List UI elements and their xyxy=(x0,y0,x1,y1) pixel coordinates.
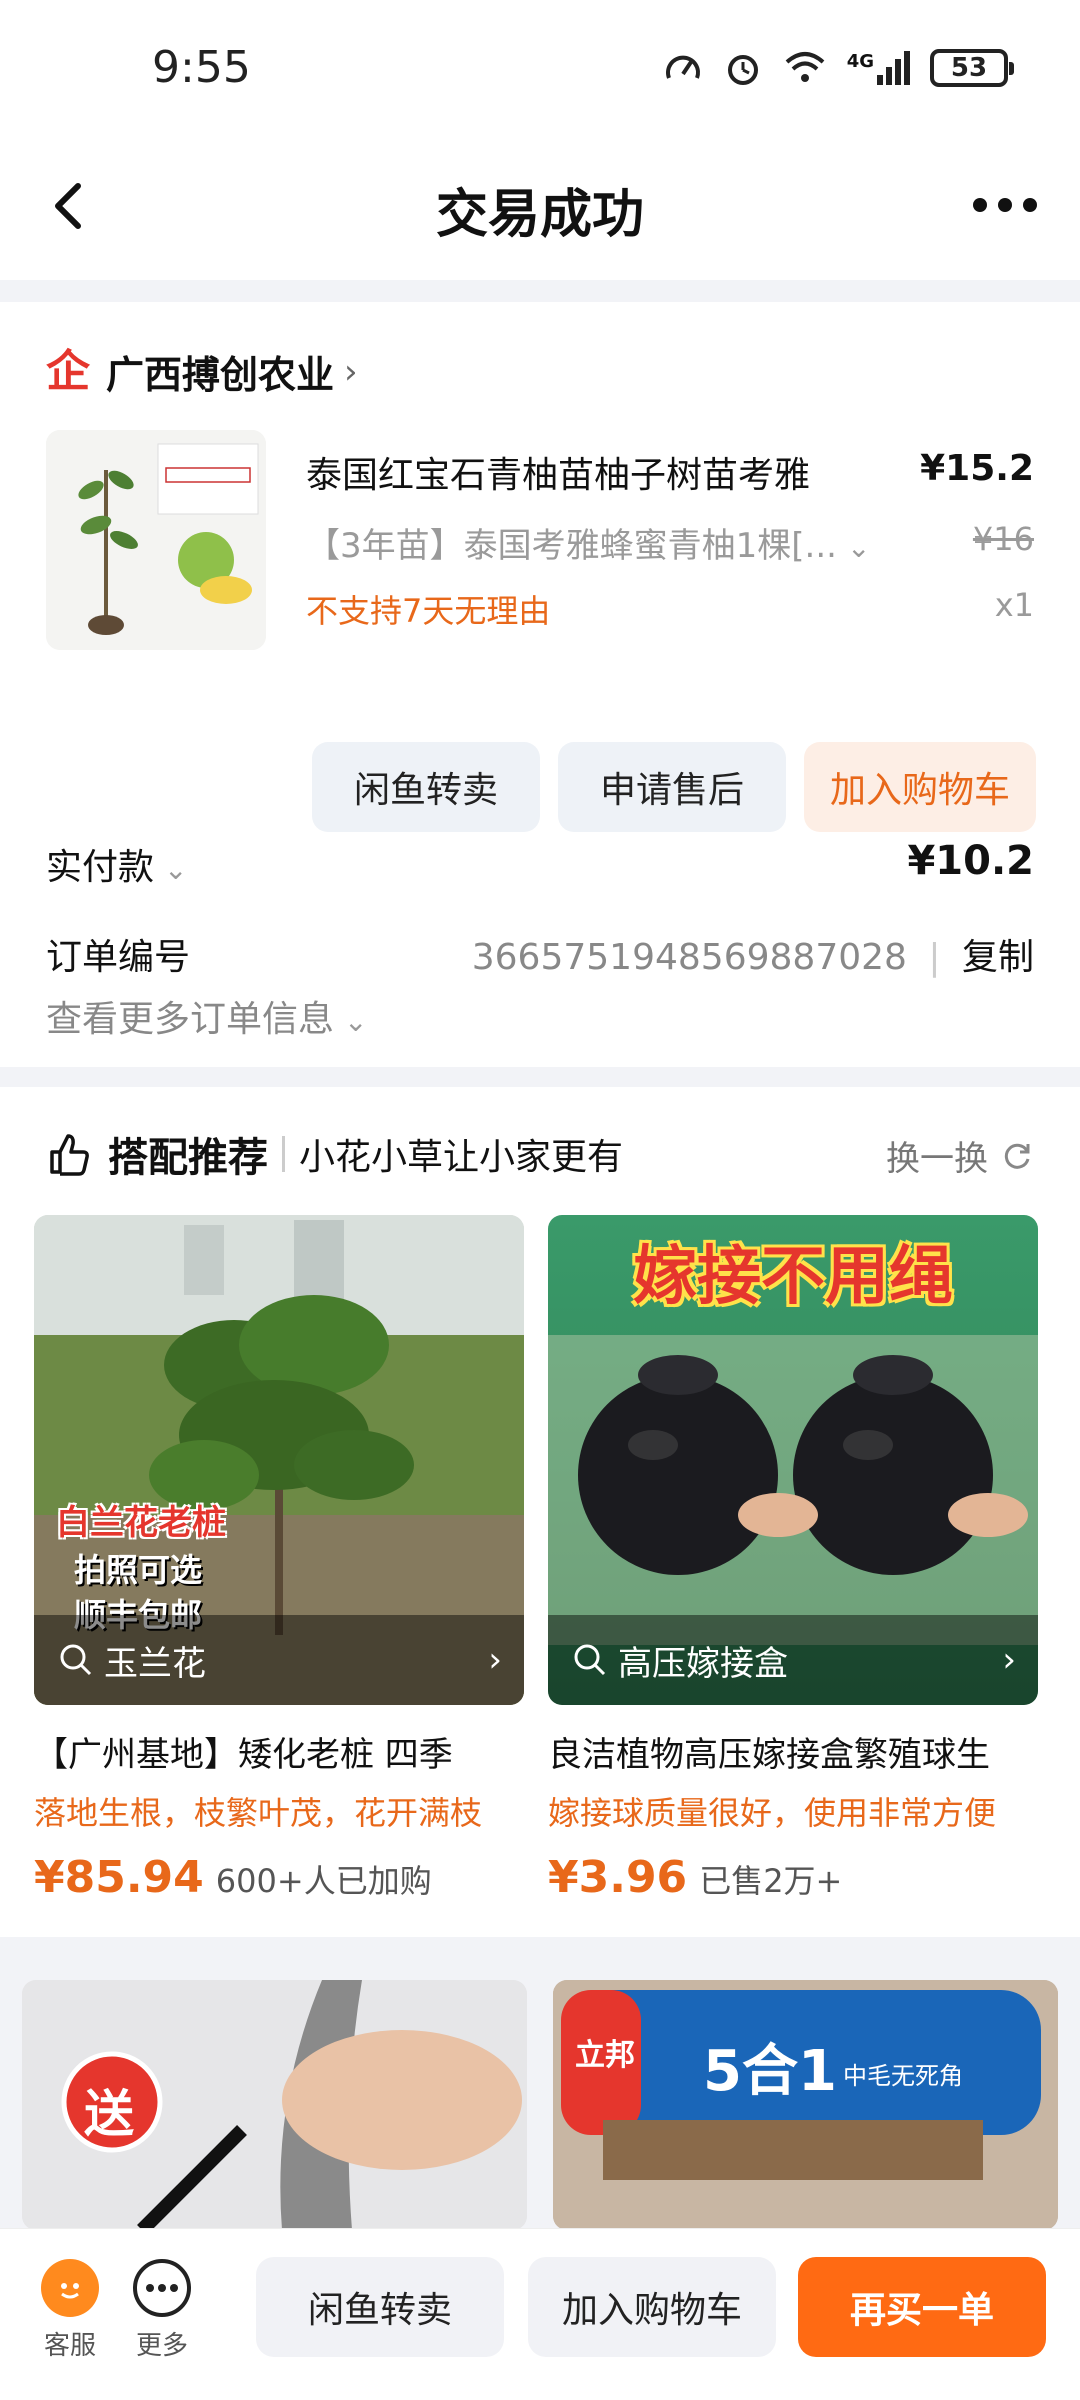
nav-bar: 交易成功 xyxy=(0,140,1080,280)
order-card: 企 广西搏创农业 › 泰国红宝石青柚苗柚子树苗考雅 ¥15.2 【3年苗】泰国考… xyxy=(0,302,1080,1067)
product-sku[interactable]: 【3年苗】泰国考雅蜂蜜青柚1棵[... ⌄ xyxy=(306,518,906,567)
recommend-item-title: 良洁植物高压嫁接盒繁殖球生 xyxy=(548,1735,990,1775)
bottom-add-cart-button[interactable]: 加入购物车 xyxy=(528,2257,776,2357)
search-keyword: 高压嫁接盒 xyxy=(618,1643,788,1684)
shop-link[interactable]: 企 广西搏创农业 › xyxy=(46,344,358,399)
divider: | xyxy=(928,937,941,978)
feed-headline: 5合1 xyxy=(703,2039,837,2104)
payment-label: 实付款 xyxy=(46,847,155,888)
feed-item[interactable]: 送 xyxy=(22,1980,527,2230)
enterprise-icon: 企 xyxy=(46,345,90,397)
order-number-label: 订单编号 xyxy=(46,937,191,978)
buy-again-button[interactable]: 再买一单 xyxy=(798,2257,1046,2357)
copy-button[interactable]: 复制 xyxy=(962,937,1034,978)
order-number-row: 订单编号 3665751948569887028 | 复制 xyxy=(46,928,1034,980)
image-search-bar[interactable]: 高压嫁接盒 › xyxy=(548,1615,1038,1705)
chevron-right-icon: › xyxy=(488,1640,502,1680)
customer-service-label: 客服 xyxy=(43,2331,96,2361)
more-button[interactable]: 更多 xyxy=(122,2259,202,2362)
wifi-icon xyxy=(785,52,825,82)
add-to-cart-button[interactable]: 加入购物车 xyxy=(804,742,1036,832)
recommend-item-price: ¥3.96 xyxy=(548,1852,688,1903)
recommend-item[interactable]: 嫁接不用绳 高压嫁接盒 › 良洁植物高压嫁接盒繁殖球生 嫁接球质量很好，使用非常… xyxy=(548,1215,1038,1903)
recommend-item-title: 【广州基地】矮化老桩 四季 xyxy=(34,1735,453,1775)
brand-logo: 立邦 xyxy=(575,2038,635,2073)
status-icons: 4G 53 xyxy=(663,48,1014,88)
search-keyword: 玉兰花 xyxy=(104,1643,206,1684)
status-bar: 9:55 4G 53 xyxy=(0,0,1080,140)
gift-badge: 送 xyxy=(84,2085,134,2143)
chevron-right-icon: › xyxy=(1002,1640,1016,1680)
alarm-icon xyxy=(727,55,758,85)
chevron-down-icon: ⌄ xyxy=(344,1005,368,1038)
recommend-item[interactable]: 白兰花老桩 拍照可选 顺丰包邮 玉兰花 › 【广州基地】矮化老桩 四季 落地生根… xyxy=(34,1215,524,1903)
recommend-subtitle: 小花小草让小家更有 xyxy=(299,1137,624,1178)
recommend-item-desc: 落地生根，枝繁叶茂，花开满枝 xyxy=(34,1794,483,1832)
more-icon xyxy=(133,2259,191,2317)
resell-button[interactable]: 闲鱼转卖 xyxy=(312,742,540,832)
recommend-section: 搭配推荐 小花小草让小家更有 换一换 白兰花老桩 拍照可选 顺丰包邮 玉兰花 ›… xyxy=(0,1087,1080,1937)
more-order-info[interactable]: 查看更多订单信息 ⌄ xyxy=(46,990,1034,1042)
product-price: ¥15.2 xyxy=(920,448,1034,489)
recommend-image[interactable]: 嫁接不用绳 高压嫁接盒 › xyxy=(548,1215,1038,1705)
divider xyxy=(282,1136,285,1172)
more-label: 更多 xyxy=(135,2331,188,2361)
recommend-header: 搭配推荐 小花小草让小家更有 xyxy=(46,1125,623,1183)
recommend-item-price-row: ¥3.96 已售2万+ xyxy=(548,1852,1038,1903)
product-image[interactable] xyxy=(46,430,266,650)
return-policy-note: 不支持7天无理由 xyxy=(306,592,551,630)
chevron-down-icon: ⌄ xyxy=(846,531,871,564)
customer-service-icon xyxy=(41,2259,99,2317)
recommend-item-price: ¥85.94 xyxy=(34,1852,204,1903)
payment-amount: ¥10.2 xyxy=(907,838,1034,884)
order-number-group: 3665751948569887028 | 复制 xyxy=(472,928,1034,980)
battery-level: 53 xyxy=(950,53,988,83)
bottom-resell-button[interactable]: 闲鱼转卖 xyxy=(256,2257,504,2357)
search-icon xyxy=(60,1644,92,1676)
battery-icon: 53 xyxy=(930,49,1014,87)
recommend-item-sales: 600+人已加购 xyxy=(215,1862,432,1900)
image-search-bar[interactable]: 玉兰花 › xyxy=(34,1615,524,1705)
recommend-image[interactable]: 白兰花老桩 拍照可选 顺丰包邮 玉兰花 › xyxy=(34,1215,524,1705)
overlay-text-1: 白兰花老桩 xyxy=(56,1503,226,1543)
feed-sub: 中毛无死角 xyxy=(843,2062,963,2090)
recommend-title: 搭配推荐 xyxy=(108,1135,268,1181)
product-title[interactable]: 泰国红宝石青柚苗柚子树苗考雅 xyxy=(306,446,896,498)
sku-text: 【3年苗】泰国考雅蜂蜜青柚1棵[... xyxy=(306,526,837,566)
chevron-right-icon: › xyxy=(344,351,358,392)
signal-icon: 4G xyxy=(847,51,910,85)
network-type: 4G xyxy=(846,51,874,72)
more-dots-icon[interactable] xyxy=(970,190,1040,220)
feed-item[interactable]: 立邦 5合1 中毛无死角 xyxy=(553,1980,1058,2230)
chevron-down-icon: ⌄ xyxy=(164,853,188,886)
quantity: x1 xyxy=(994,586,1034,624)
order-number: 3665751948569887028 xyxy=(471,937,907,978)
page-title: 交易成功 xyxy=(435,185,644,245)
search-icon xyxy=(574,1644,606,1676)
original-price: ¥16 xyxy=(972,520,1034,558)
recommend-item-sales: 已售2万+ xyxy=(699,1862,843,1900)
more-order-info-label: 查看更多订单信息 xyxy=(46,999,335,1040)
shop-name: 广西搏创农业 xyxy=(106,353,335,397)
after-sales-button[interactable]: 申请售后 xyxy=(558,742,786,832)
seedling-image xyxy=(46,430,266,650)
speedometer-icon xyxy=(665,55,700,79)
recommend-item-price-row: ¥85.94 600+人已加购 xyxy=(34,1852,524,1903)
status-time: 9:55 xyxy=(152,42,251,93)
thumbs-up-icon xyxy=(50,1134,89,1176)
bottom-bar: 客服 更多 闲鱼转卖 加入购物车 再买一单 xyxy=(0,2228,1080,2400)
overlay-text-2: 拍照可选 xyxy=(74,1551,203,1589)
refresh-icon xyxy=(1004,1143,1030,1169)
payment-row[interactable]: 实付款 ⌄ ¥10.2 xyxy=(46,838,1034,890)
refresh-button[interactable]: 换一换 xyxy=(886,1131,1034,1180)
refresh-label: 换一换 xyxy=(886,1139,988,1179)
customer-service-button[interactable]: 客服 xyxy=(30,2259,110,2362)
recommend-item-desc: 嫁接球质量很好，使用非常方便 xyxy=(548,1794,997,1832)
